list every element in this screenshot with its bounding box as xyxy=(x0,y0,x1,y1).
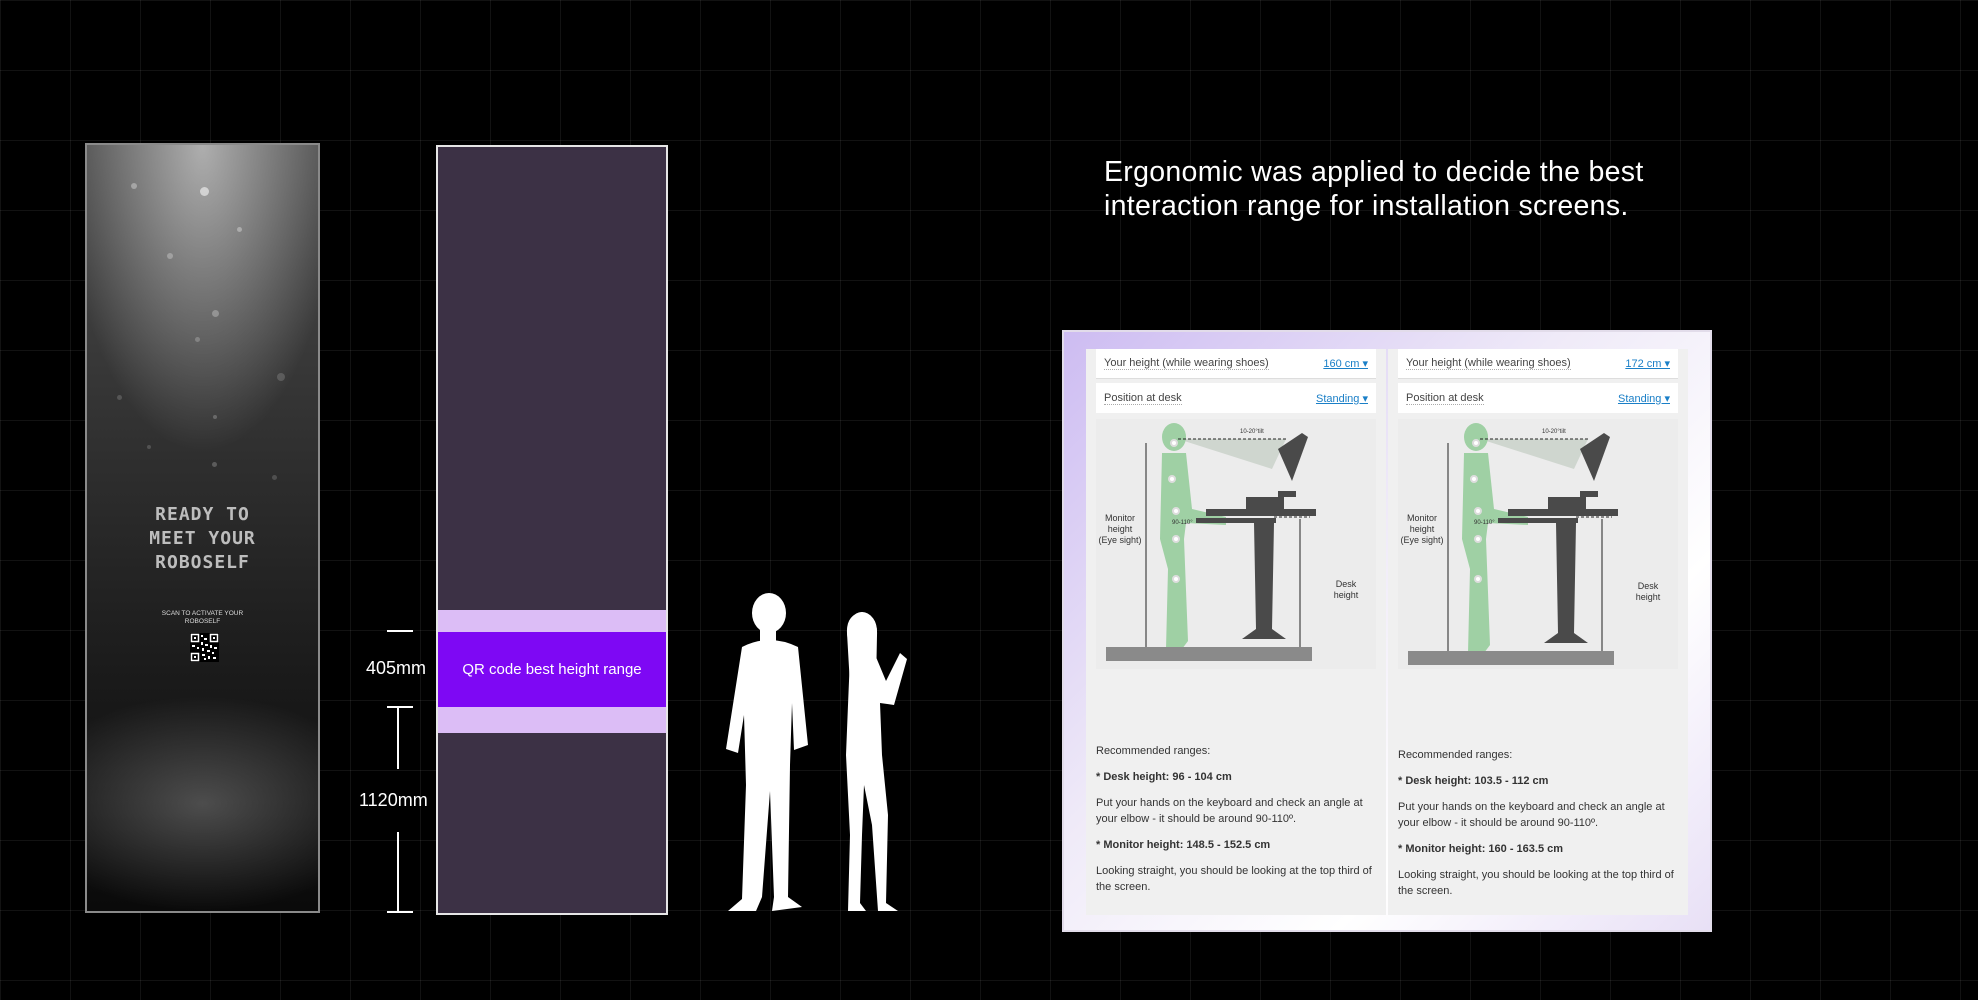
light-particle xyxy=(117,395,122,400)
kiosk-scan-text: SCAN TO ACTIVATE YOUR ROBOSELF xyxy=(87,610,318,626)
kiosk-scan-line: ROBOSELF xyxy=(184,618,221,625)
calculator-column-160: Your height (while wearing shoes) 160 cm… xyxy=(1086,349,1386,915)
light-particle xyxy=(213,415,217,419)
dimension-label-1120: 1120mm xyxy=(359,790,428,810)
desk-label-line: height xyxy=(1636,592,1661,602)
kiosk-headline-line: READY TO xyxy=(155,504,250,525)
height-dropdown[interactable]: 160 cm ▾ xyxy=(1323,357,1368,370)
dimension-line-upper xyxy=(397,706,399,769)
heading-line: Ergonomic was applied to decide the best xyxy=(1104,156,1644,188)
position-dropdown[interactable]: Standing ▾ xyxy=(1316,392,1368,405)
elbow-instruction: Put your hands on the keyboard and check… xyxy=(1096,797,1363,825)
monitor-label-line: height xyxy=(1410,524,1435,534)
angle-label: 10-20°tilt xyxy=(1542,429,1566,435)
light-particle xyxy=(131,183,137,189)
dimension-line-lower xyxy=(397,832,399,912)
look-instruction: Looking straight, you should be looking … xyxy=(1398,869,1674,897)
light-particle xyxy=(147,445,151,449)
screen-height-panel: QR code best height range xyxy=(436,145,668,915)
page-heading: Ergonomic was applied to decide the best… xyxy=(1104,155,1744,223)
light-particle xyxy=(272,475,277,480)
qr-range-band: QR code best height range xyxy=(438,632,666,707)
look-instruction: Looking straight, you should be looking … xyxy=(1096,865,1372,893)
calculator-column-172: Your height (while wearing shoes) 172 cm… xyxy=(1388,349,1688,915)
light-particle xyxy=(167,253,173,259)
desk-label-line: height xyxy=(1334,590,1359,600)
height-row: Your height (while wearing shoes) 172 cm… xyxy=(1398,349,1678,379)
height-row: Your height (while wearing shoes) 160 cm… xyxy=(1096,349,1376,379)
recommendation-notes: Recommended ranges: * Desk height: 96 - … xyxy=(1096,743,1378,905)
light-particle xyxy=(200,187,209,196)
recommendation-notes: Recommended ranges: * Desk height: 103.5… xyxy=(1398,747,1680,909)
desk-height-value: * Desk height: 103.5 - 112 cm xyxy=(1398,775,1549,787)
monitor-label-line: Monitor xyxy=(1105,513,1135,523)
qr-range-label: QR code best height range xyxy=(462,661,642,678)
light-particle xyxy=(237,227,242,232)
monitor-label-line: (Eye sight) xyxy=(1400,535,1443,545)
height-label: Your height (while wearing shoes) xyxy=(1406,357,1571,370)
position-label: Position at desk xyxy=(1104,391,1182,405)
qr-code-icon xyxy=(190,633,219,662)
monitor-height-value: * Monitor height: 160 - 163.5 cm xyxy=(1398,843,1564,855)
elbow-label: 90-110° xyxy=(1474,520,1495,526)
elbow-instruction: Put your hands on the keyboard and check… xyxy=(1398,801,1665,829)
people-silhouette-icon xyxy=(726,593,907,911)
light-particle xyxy=(212,310,219,317)
light-particle xyxy=(277,373,285,381)
desk-label-line: Desk xyxy=(1336,579,1357,589)
dimension-tick-bottom xyxy=(387,911,413,913)
monitor-label-line: (Eye sight) xyxy=(1098,535,1141,545)
kiosk-screen-mockup: READY TO MEET YOUR ROBOSELF SCAN TO ACTI… xyxy=(85,143,320,913)
monitor-label-line: Monitor xyxy=(1407,513,1437,523)
recommended-heading: Recommended ranges: xyxy=(1096,745,1211,757)
position-row: Position at desk Standing ▾ xyxy=(1398,383,1678,413)
desk-height-value: * Desk height: 96 - 104 cm xyxy=(1096,771,1232,783)
angle-label: 10-20°tilt xyxy=(1240,429,1264,435)
heading-line: interaction range for installation scree… xyxy=(1104,190,1629,222)
light-particle xyxy=(195,337,200,342)
position-row: Position at desk Standing ▾ xyxy=(1096,383,1376,413)
height-dropdown[interactable]: 172 cm ▾ xyxy=(1625,357,1670,370)
recommended-heading: Recommended ranges: xyxy=(1398,749,1513,761)
kiosk-headline-line: ROBOSELF xyxy=(155,552,250,573)
dimension-tick-mid xyxy=(387,706,413,708)
light-particle xyxy=(212,462,217,467)
ergonomics-illustration: 10-20°tilt 90-110° Monitor height (Eye s… xyxy=(1398,419,1678,669)
position-label: Position at desk xyxy=(1406,391,1484,405)
height-label: Your height (while wearing shoes) xyxy=(1104,357,1269,370)
desk-label-line: Desk xyxy=(1638,581,1659,591)
dimension-label-405: 405mm xyxy=(366,658,427,678)
elbow-label: 90-110° xyxy=(1172,520,1193,526)
kiosk-headline-line: MEET YOUR xyxy=(149,528,256,549)
monitor-height-value: * Monitor height: 148.5 - 152.5 cm xyxy=(1096,839,1271,851)
dimension-tick-top xyxy=(387,630,413,632)
ergonomics-illustration: 10-20°tilt 90-110° Monitor height (Eye s… xyxy=(1096,419,1376,669)
kiosk-scan-line: SCAN TO ACTIVATE YOUR xyxy=(161,610,244,617)
ergonomics-screenshot-card: Your height (while wearing shoes) 160 cm… xyxy=(1062,330,1712,932)
kiosk-headline: READY TO MEET YOUR ROBOSELF xyxy=(87,503,318,575)
position-dropdown[interactable]: Standing ▾ xyxy=(1618,392,1670,405)
monitor-label-line: height xyxy=(1108,524,1133,534)
